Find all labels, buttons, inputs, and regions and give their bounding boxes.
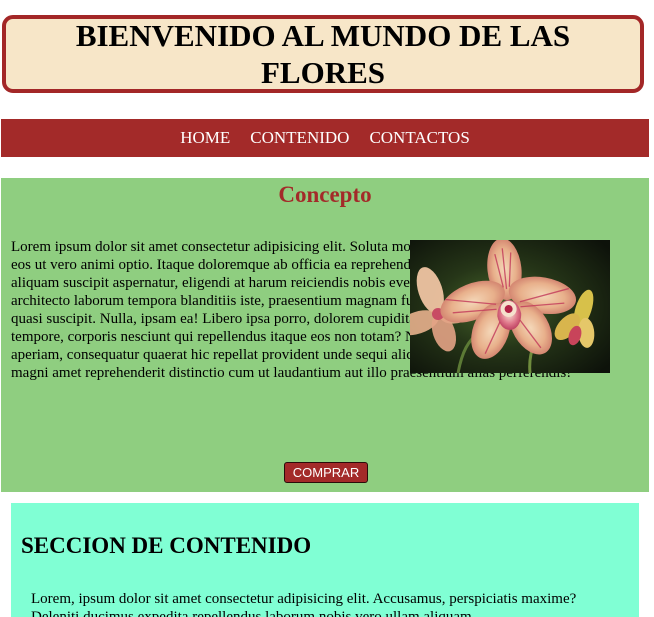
nav-home-link[interactable]: HOME — [180, 128, 230, 148]
buy-button[interactable]: COMPRAR — [284, 462, 368, 483]
content-section-title: SECCION DE CONTENIDO — [21, 533, 312, 558]
content-section-paragraph: Lorem, ipsum dolor sit amet consectetur … — [31, 591, 577, 617]
page-header: BIENVENIDO AL MUNDO DE LAS FLORES — [2, 15, 644, 93]
concept-section: Concepto Lorem ipsum dolor sit amet cons… — [1, 178, 649, 492]
nav-contenido-link[interactable]: CONTENIDO — [250, 128, 349, 148]
content-section: SECCION DE CONTENIDO Lorem, ipsum dolor … — [11, 503, 639, 617]
concept-title: Concepto — [278, 182, 372, 207]
nav-contactos-link[interactable]: CONTACTOS — [369, 128, 469, 148]
orchid-photo — [410, 240, 610, 373]
page-title: BIENVENIDO AL MUNDO DE LAS FLORES — [75, 18, 571, 90]
main-nav: HOME CONTENIDO CONTACTOS — [1, 119, 649, 157]
